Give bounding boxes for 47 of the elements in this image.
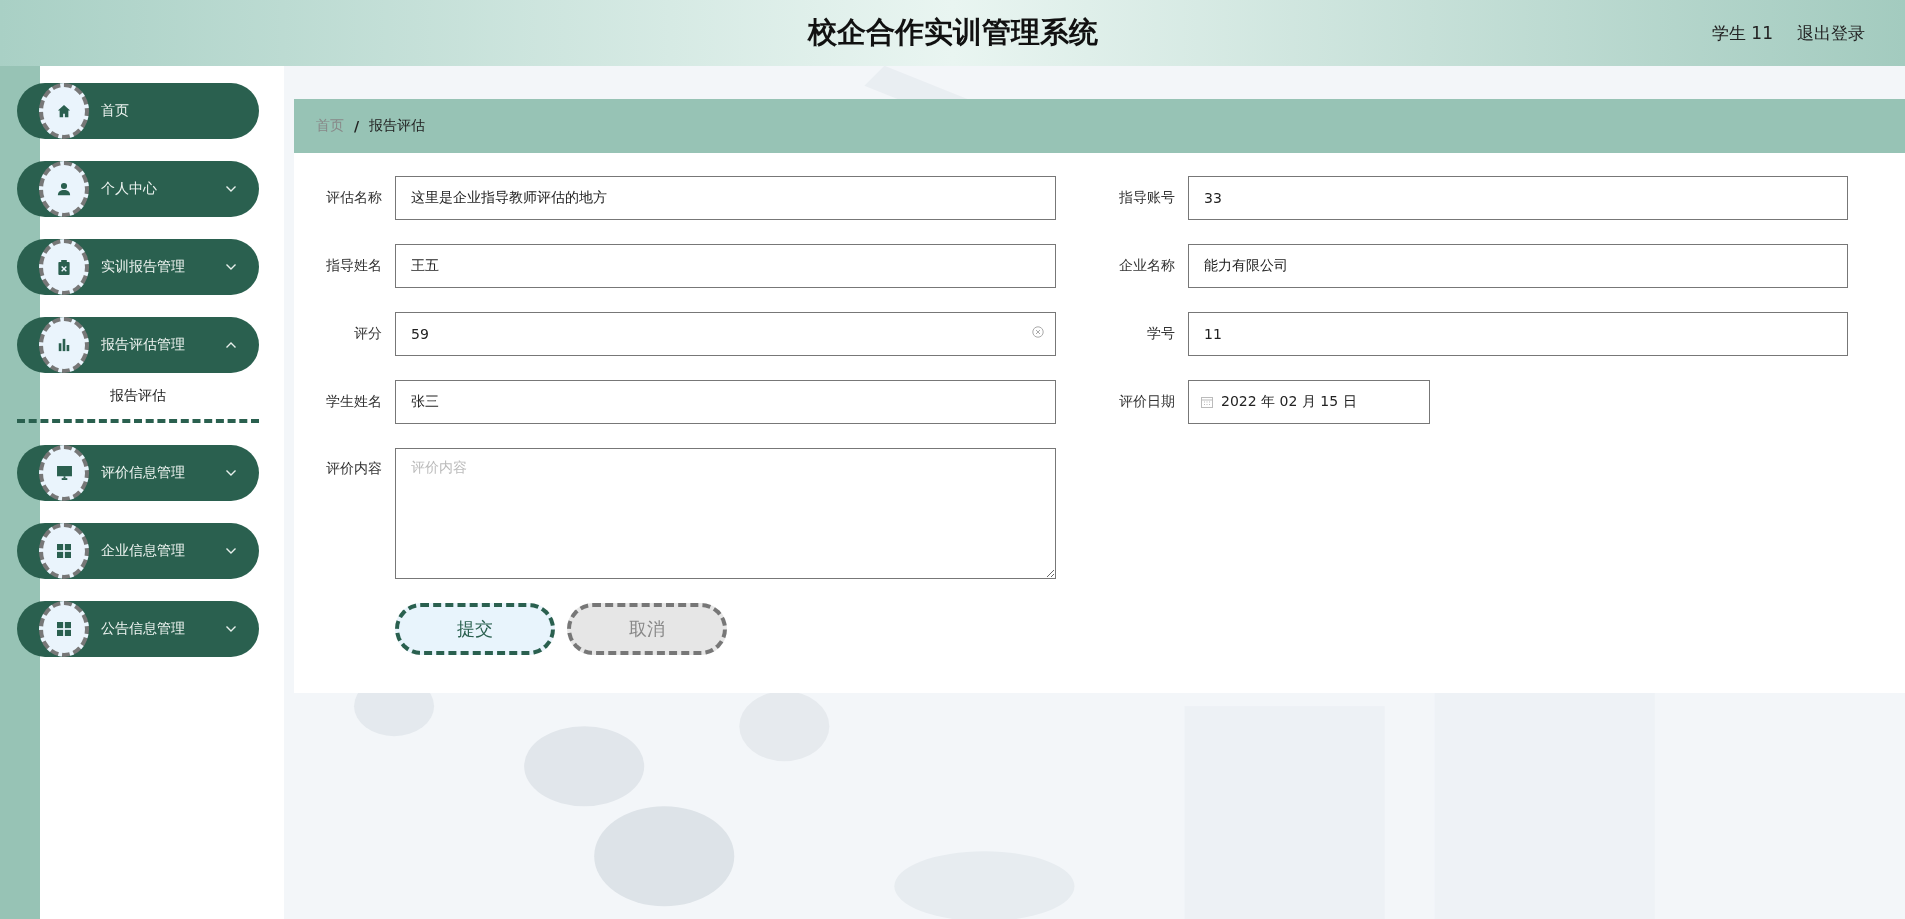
bar-chart-icon: [57, 338, 71, 352]
menu-item[interactable]: 公告信息管理: [17, 601, 259, 657]
menu-item[interactable]: 企业信息管理: [17, 523, 259, 579]
field-label: 评分: [353, 325, 382, 343]
input-field[interactable]: 这里是企业指导教师评估的地方: [395, 176, 1056, 220]
field-label: 学生姓名: [325, 393, 382, 411]
breadcrumb-link[interactable]: 报告评估: [369, 117, 426, 135]
home-icon: [57, 104, 71, 118]
grid-icon: [57, 544, 71, 558]
monitor-icon: [56, 466, 72, 480]
submenu-item[interactable]: 报告评估: [17, 373, 259, 423]
chevron-icon: [225, 185, 237, 193]
calendar-icon: [1201, 396, 1213, 408]
clear-icon[interactable]: [1032, 326, 1044, 338]
form-button[interactable]: 提交: [395, 603, 555, 655]
field-label: 指导姓名: [325, 257, 382, 275]
menu-item[interactable]: 个人中心: [17, 161, 259, 217]
input-field[interactable]: 59: [395, 312, 1056, 356]
menu-item[interactable]: 报告评估管理: [17, 317, 259, 373]
menu-item[interactable]: 实训报告管理: [17, 239, 259, 295]
date-field[interactable]: 2022 年 02 月 15 日: [1188, 380, 1430, 424]
grid-icon: [57, 622, 71, 636]
user-name: 学生 11: [1711, 22, 1773, 45]
field-label: 评价内容: [325, 459, 382, 478]
chevron-icon: [225, 469, 237, 477]
field-label: 学号: [1146, 325, 1175, 343]
menu-item[interactable]: 评价信息管理: [17, 445, 259, 501]
app-title: 校企合作实训管理系统: [807, 14, 1098, 51]
logout-link[interactable]: 退出登录: [1797, 22, 1865, 45]
input-field[interactable]: 王五: [395, 244, 1056, 288]
input-field[interactable]: 能力有限公司: [1188, 244, 1848, 288]
input-field[interactable]: 33: [1188, 176, 1848, 220]
menu-item[interactable]: 首页: [17, 83, 259, 139]
clipboard-icon: [57, 259, 71, 275]
field-label: 评价日期: [1118, 393, 1175, 411]
chevron-icon: [225, 341, 237, 349]
field-label: 指导账号: [1118, 189, 1175, 207]
field-label: 评估名称: [325, 189, 382, 207]
textarea-field[interactable]: 评价内容: [395, 448, 1056, 579]
chevron-icon: [225, 547, 237, 555]
field-label: 企业名称: [1118, 257, 1175, 275]
input-field[interactable]: 11: [1188, 312, 1848, 356]
user-icon: [57, 182, 71, 196]
chevron-icon: [225, 625, 237, 633]
breadcrumb-separator: /: [354, 118, 360, 134]
input-field[interactable]: 张三: [395, 380, 1056, 424]
chevron-icon: [225, 263, 237, 271]
